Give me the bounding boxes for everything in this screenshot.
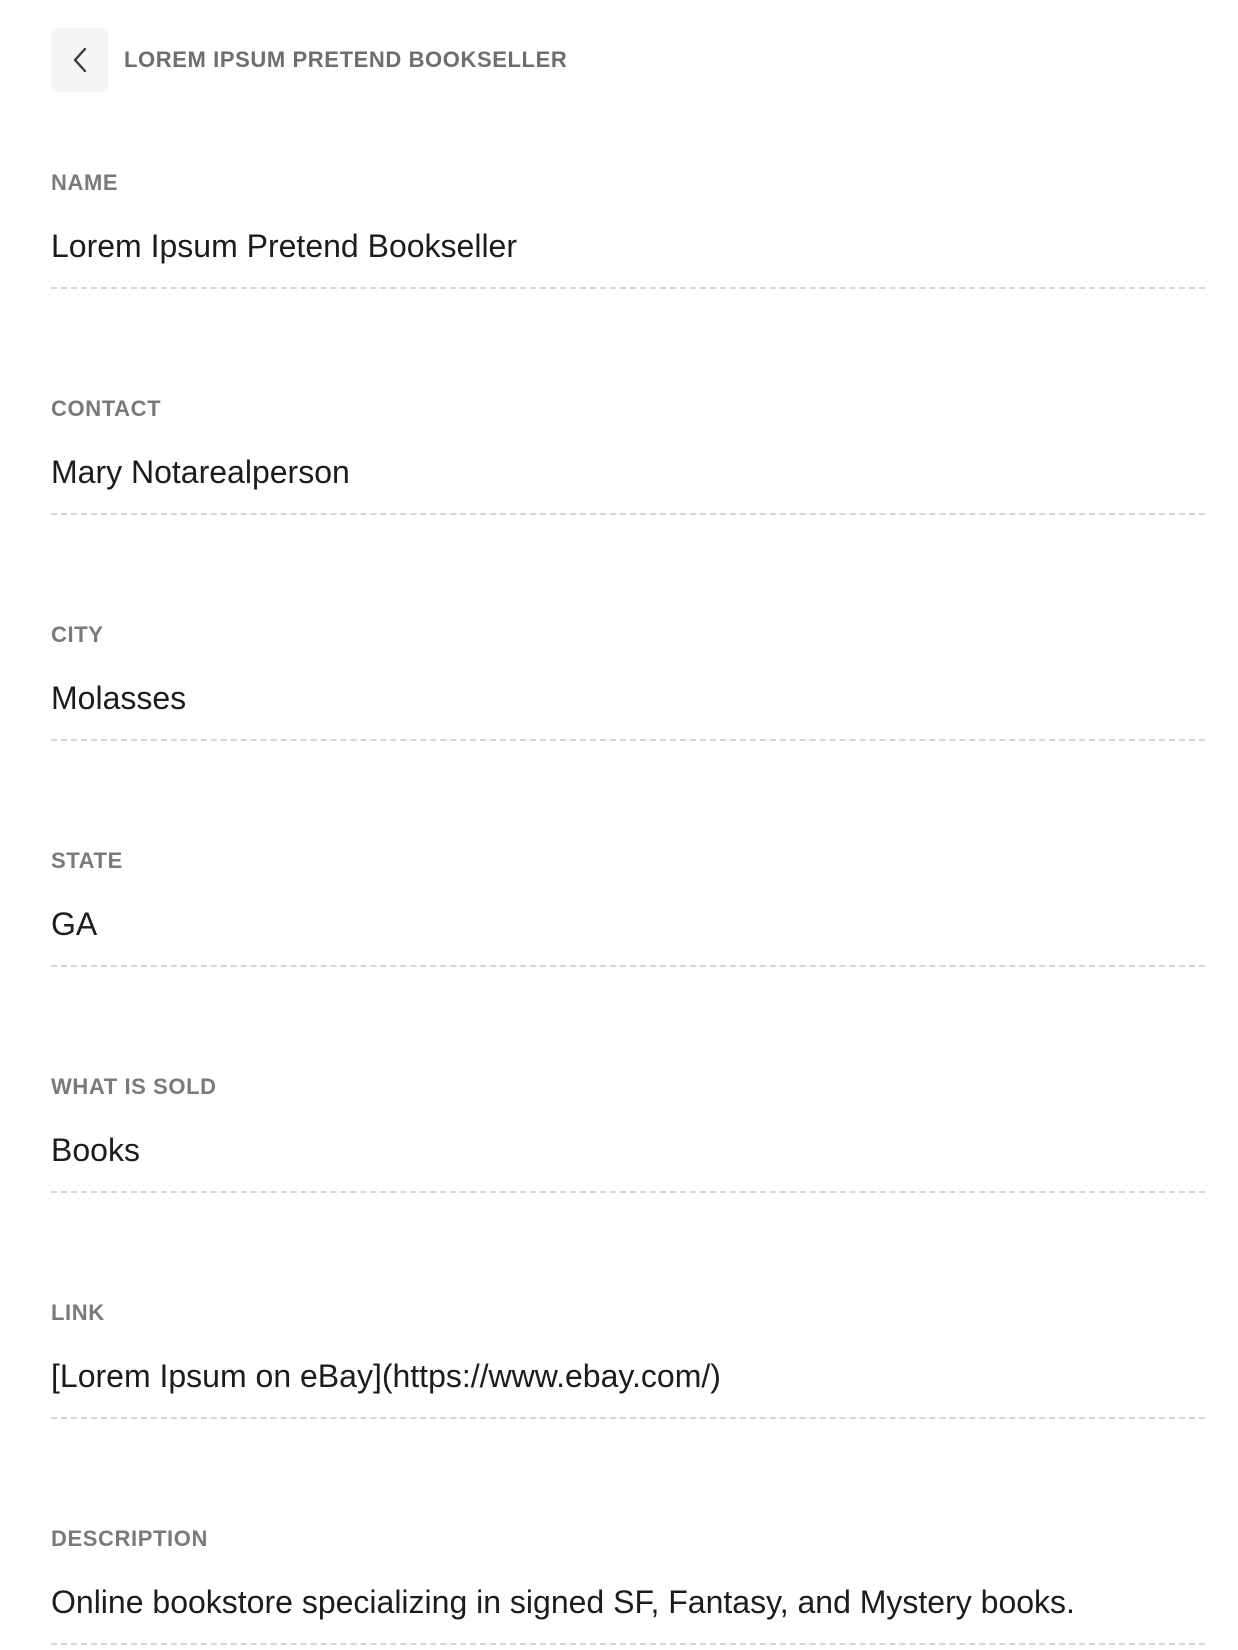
field-divider <box>51 513 1205 515</box>
field-divider <box>51 965 1205 967</box>
field-divider <box>51 287 1205 289</box>
page-title: LOREM IPSUM PRETEND BOOKSELLER <box>124 47 568 72</box>
what-is-sold-field[interactable]: Books <box>51 1131 1205 1169</box>
state-field[interactable]: GA <box>51 905 1205 943</box>
field-label: WHAT IS SOLD <box>51 1074 217 1099</box>
field-label: DESCRIPTION <box>51 1526 208 1551</box>
field-divider <box>51 1643 1205 1645</box>
back-button[interactable] <box>51 28 108 92</box>
page-header: LOREM IPSUM PRETEND BOOKSELLER <box>51 28 567 92</box>
field-label: CONTACT <box>51 396 162 421</box>
chevron-left-icon <box>73 47 86 73</box>
link-field[interactable]: [Lorem Ipsum on eBay](https://www.ebay.c… <box>51 1357 1205 1395</box>
field-label: STATE <box>51 848 123 873</box>
contact-field[interactable]: Mary Notarealperson <box>51 453 1205 491</box>
field-label: CITY <box>51 622 104 647</box>
field-label: LINK <box>51 1300 105 1325</box>
field-divider <box>51 739 1205 741</box>
field-divider <box>51 1417 1205 1419</box>
city-field[interactable]: Molasses <box>51 679 1205 717</box>
description-field[interactable]: Online bookstore specializing in signed … <box>51 1583 1205 1621</box>
field-label: NAME <box>51 170 119 195</box>
name-field[interactable]: Lorem Ipsum Pretend Bookseller <box>51 227 1205 265</box>
field-divider <box>51 1191 1205 1193</box>
